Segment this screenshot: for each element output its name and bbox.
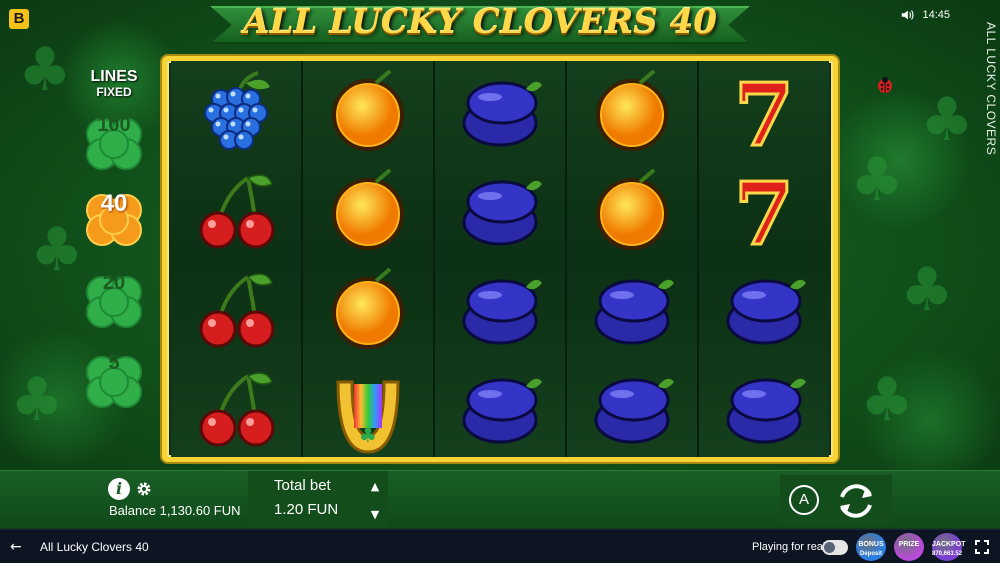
badge-subtitle: Deposit bbox=[859, 551, 882, 557]
reel-frame: ♣ 7 7 bbox=[162, 56, 838, 462]
bonus-deposit-badge[interactable]: BONUS Deposit bbox=[856, 533, 886, 561]
prize-badge[interactable]: PRIZE bbox=[894, 533, 924, 561]
orange-symbol-icon bbox=[318, 63, 418, 159]
line-option-40[interactable]: 40 bbox=[82, 190, 146, 250]
svg-text:7: 7 bbox=[734, 164, 794, 258]
lines-label: LINES bbox=[90, 68, 138, 85]
clover-decoration-icon: ♣ bbox=[850, 145, 904, 215]
plum-symbol-icon bbox=[450, 162, 550, 258]
plum-symbol-icon bbox=[582, 360, 682, 456]
balance-display: Balance 1,130.60 FUN bbox=[109, 503, 241, 518]
brand-logo: B bbox=[9, 9, 29, 29]
badge-title: JACKPOT bbox=[932, 541, 966, 548]
total-bet-value: 1.20 FUN bbox=[274, 501, 339, 518]
reel-separator bbox=[433, 61, 435, 457]
side-game-title: ALL LUCKY CLOVERS bbox=[984, 22, 998, 156]
status-area: 14:45 bbox=[900, 8, 950, 22]
footer-game-title: All Lucky Clovers 40 bbox=[40, 540, 149, 554]
jackpot-badge[interactable]: JACKPOT 870,663.52 bbox=[932, 533, 966, 561]
spin-button[interactable] bbox=[832, 477, 880, 525]
clover-decoration-icon: ♣ bbox=[10, 365, 64, 435]
spin-controls: A bbox=[780, 475, 892, 525]
clover-decoration-icon: ♣ bbox=[30, 215, 84, 285]
orange-symbol-icon bbox=[582, 162, 682, 258]
info-icon[interactable]: i bbox=[108, 478, 130, 500]
line-option-label: 100 bbox=[97, 114, 131, 136]
control-bar: i Balance 1,130.60 FUN Total bet 1.20 FU… bbox=[0, 470, 1000, 528]
toggle-knob bbox=[824, 542, 835, 553]
orange-symbol-icon bbox=[582, 63, 682, 159]
plum-symbol-icon bbox=[714, 360, 814, 456]
plum-symbol-icon bbox=[714, 261, 814, 357]
game-title-banner: ALL LUCKY CLOVERS 40 bbox=[210, 0, 750, 52]
orange-symbol-icon bbox=[318, 162, 418, 258]
bet-panel: Total bet 1.20 FUN ▲ ▼ bbox=[248, 471, 388, 528]
clover-decoration-icon: ♣ bbox=[18, 35, 72, 105]
total-bet-label: Total bet bbox=[274, 477, 331, 494]
line-option-5[interactable]: 5 bbox=[82, 352, 146, 412]
grapes-symbol-icon bbox=[186, 63, 286, 159]
reel-separator bbox=[301, 61, 303, 457]
clock: 14:45 bbox=[922, 9, 950, 21]
speaker-icon[interactable] bbox=[900, 8, 914, 22]
clover-decoration-icon: ♣ bbox=[900, 255, 954, 325]
seven-symbol-icon: 7 bbox=[714, 63, 814, 168]
ladybug-icon bbox=[878, 77, 892, 93]
bet-increase-icon[interactable]: ▲ bbox=[366, 478, 384, 496]
game-title: ALL LUCKY CLOVERS 40 bbox=[243, 2, 717, 42]
badge-title: PRIZE bbox=[898, 541, 920, 548]
line-option-label: 5 bbox=[108, 352, 120, 374]
play-for-real-toggle[interactable] bbox=[822, 540, 848, 555]
svg-text:♣: ♣ bbox=[359, 423, 377, 447]
play-for-real-label: Playing for real bbox=[752, 541, 826, 553]
line-option-label: 40 bbox=[100, 190, 128, 217]
plum-symbol-icon bbox=[582, 261, 682, 357]
line-option-label: 20 bbox=[102, 272, 126, 294]
lines-mode: FIXED bbox=[96, 85, 132, 99]
bet-decrease-icon[interactable]: ▼ bbox=[366, 506, 384, 524]
line-option-100[interactable]: 100 bbox=[82, 114, 146, 174]
lines-header: LINES FIXED bbox=[72, 68, 156, 99]
site-footer: ← All Lucky Clovers 40 Playing for real … bbox=[0, 529, 1000, 563]
clover-decoration-icon: ♣ bbox=[860, 365, 914, 435]
plum-symbol-icon bbox=[450, 63, 550, 159]
cherries-symbol-icon bbox=[186, 261, 286, 357]
jackpot-amount: 870,663.52 bbox=[931, 551, 963, 557]
gear-icon[interactable] bbox=[136, 481, 152, 497]
orange-symbol-icon bbox=[318, 261, 418, 357]
fullscreen-icon[interactable] bbox=[974, 539, 990, 555]
plum-symbol-icon bbox=[450, 261, 550, 357]
reel-separator bbox=[565, 61, 567, 457]
reel-separator bbox=[697, 61, 699, 457]
cherries-symbol-icon bbox=[186, 162, 286, 258]
cherries-symbol-icon bbox=[186, 360, 286, 456]
autoplay-button[interactable]: A bbox=[789, 485, 819, 515]
plum-symbol-icon bbox=[450, 360, 550, 456]
horseshoe-symbol-icon: ♣ bbox=[318, 360, 418, 456]
line-option-20[interactable]: 20 bbox=[82, 272, 146, 332]
seven-symbol-icon: 7 bbox=[714, 162, 814, 267]
badge-title: BONUS bbox=[858, 541, 884, 548]
svg-text:7: 7 bbox=[734, 65, 794, 159]
clover-decoration-icon: ♣ bbox=[920, 85, 974, 155]
back-arrow-icon[interactable]: ← bbox=[10, 539, 26, 555]
